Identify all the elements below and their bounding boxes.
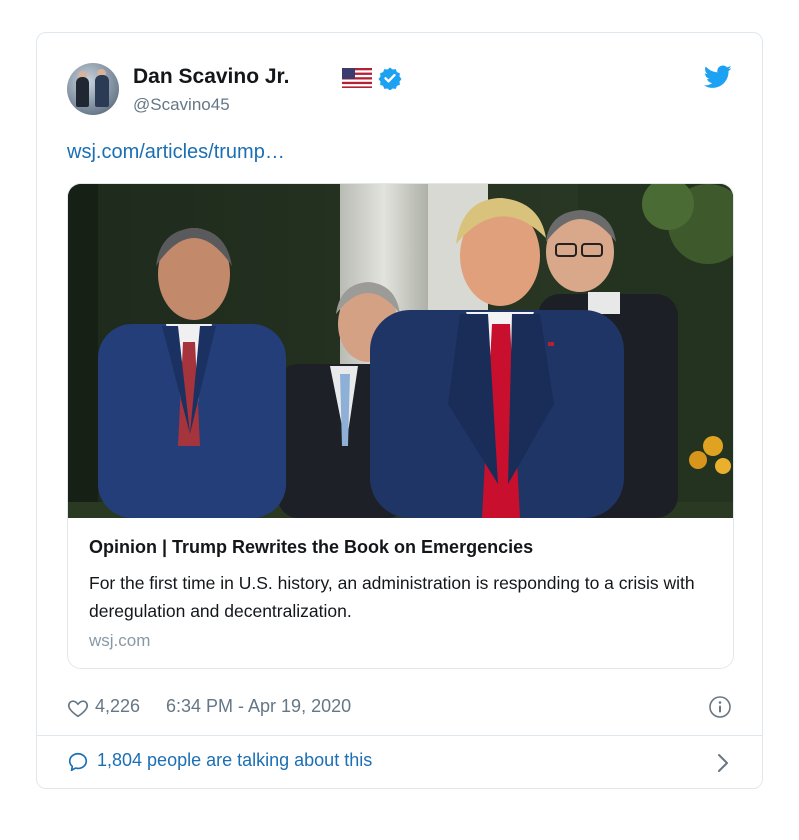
article-image [68, 184, 733, 518]
author-handle[interactable]: @Scavino45 [133, 95, 230, 115]
like-count[interactable]: 4,226 [95, 696, 140, 717]
us-flag-icon [342, 68, 372, 88]
tweet-card: Dan Scavino Jr. @Scavino45 wsj.com/artic… [36, 32, 763, 789]
link-preview-card[interactable]: Opinion | Trump Rewrites the Book on Eme… [67, 183, 734, 669]
divider [37, 735, 762, 736]
tweet-link[interactable]: wsj.com/articles/trump… [67, 141, 285, 164]
tweet-header: Dan Scavino Jr. @Scavino45 [67, 63, 732, 119]
chevron-right-icon[interactable] [716, 752, 730, 774]
card-title: Opinion | Trump Rewrites the Book on Eme… [89, 537, 534, 557]
timestamp[interactable]: 6:34 PM - Apr 19, 2020 [166, 696, 351, 717]
twitter-bird-icon[interactable] [704, 65, 732, 89]
author-name[interactable]: Dan Scavino Jr. [133, 65, 289, 89]
talking-about-link[interactable]: 1,804 people are talking about this [97, 750, 372, 771]
heart-icon[interactable] [67, 697, 89, 719]
verified-icon [378, 67, 402, 90]
card-description: For the first time in U.S. history, an a… [89, 573, 695, 621]
card-domain: wsj.com [89, 631, 151, 650]
conversation-footer[interactable]: 1,804 people are talking about this [67, 749, 732, 777]
avatar[interactable] [67, 63, 119, 115]
comment-icon [68, 752, 88, 772]
info-icon[interactable] [708, 695, 732, 719]
tweet-meta: 4,226 6:34 PM - Apr 19, 2020 [67, 695, 732, 721]
